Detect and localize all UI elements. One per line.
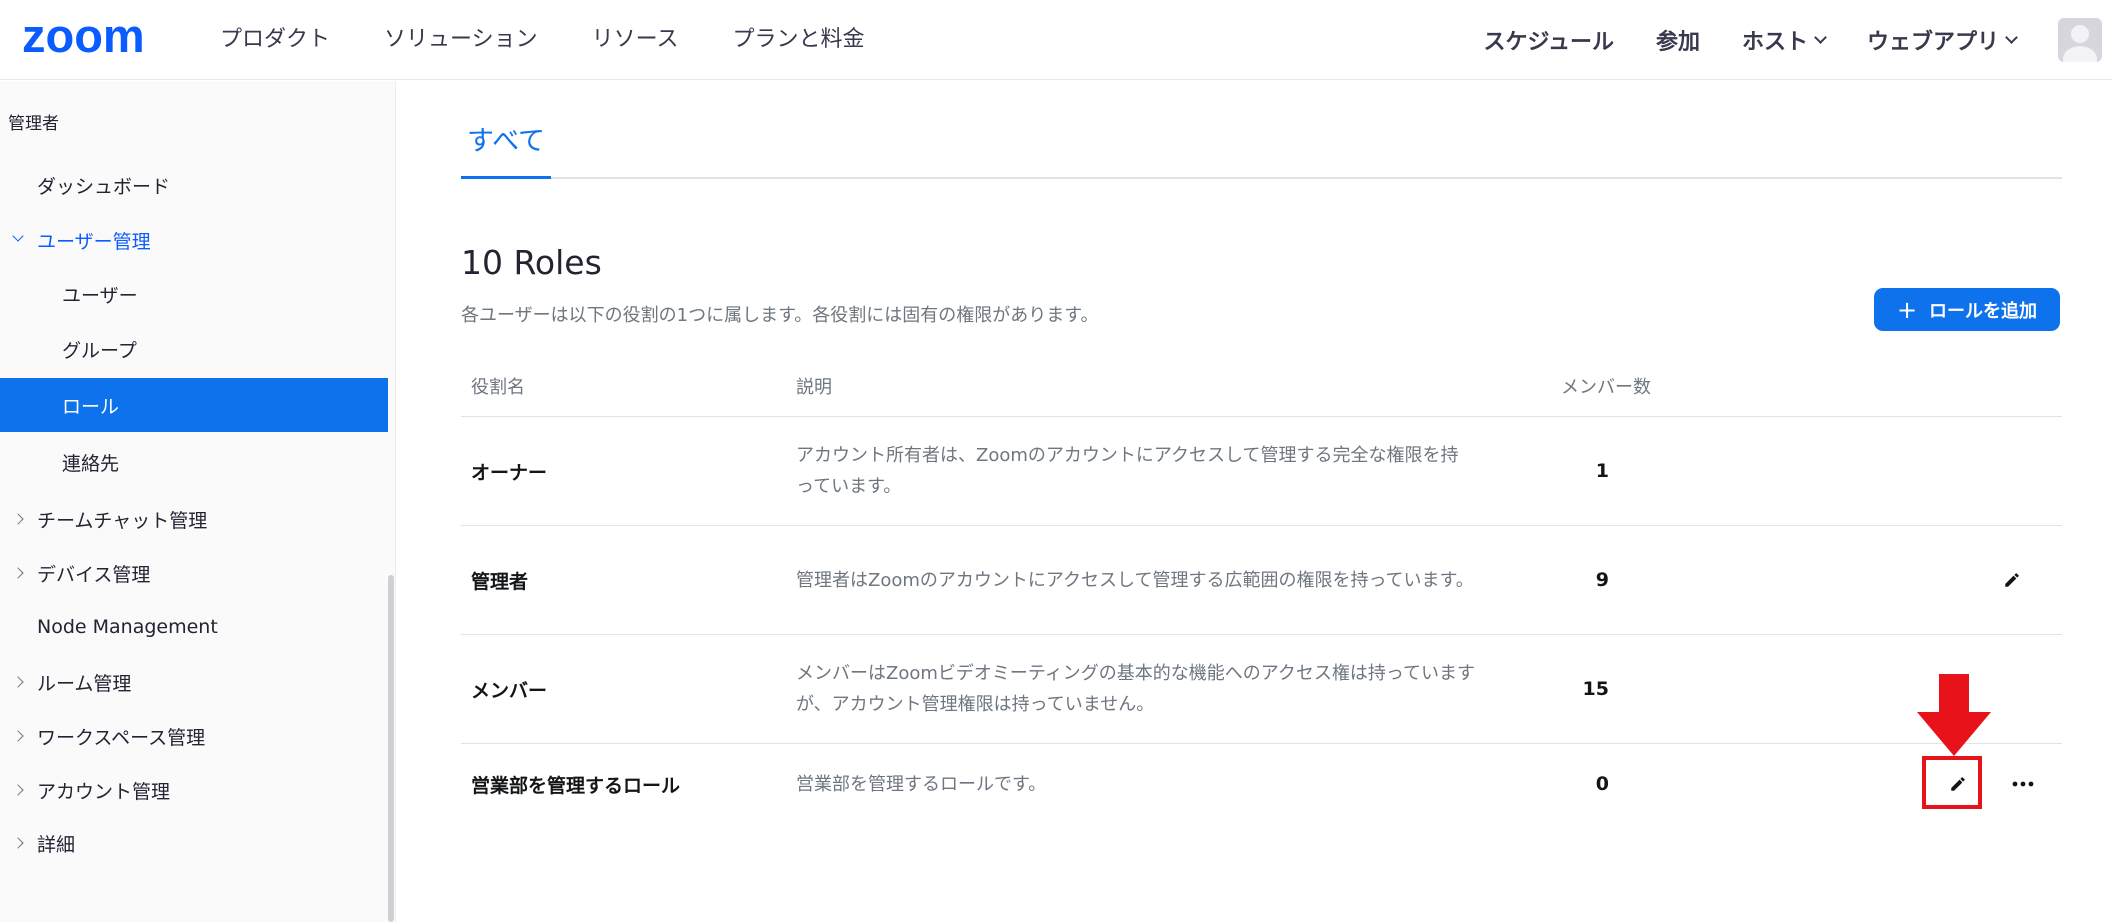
sidebar-item-label: 詳細	[37, 833, 76, 856]
column-header-name: 役割名	[471, 377, 525, 398]
table-row: オーナー アカウント所有者は、Zoomのアカウントにアクセスして管理する完全な権…	[461, 417, 2062, 526]
nav-pricing[interactable]: プランと料金	[732, 0, 864, 80]
table-row: 管理者 管理者はZoomのアカウントにアクセスして管理する広範囲の権限を持ってい…	[461, 526, 2062, 635]
sidebar-item-advanced[interactable]: 詳細	[0, 816, 388, 870]
sidebar-item-label: グループ	[62, 339, 137, 362]
nav-join[interactable]: 参加	[1656, 24, 1700, 56]
table-row: メンバー メンバーはZoomビデオミーティングの基本的な機能へのアクセス権は持っ…	[461, 635, 2062, 744]
chevron-right-icon	[12, 567, 24, 579]
annotation-highlight-box	[1922, 756, 1982, 809]
sidebar-scrollbar[interactable]	[388, 575, 394, 922]
avatar[interactable]	[2058, 18, 2102, 62]
sidebar-item-label: ルーム管理	[37, 672, 132, 695]
chevron-right-icon	[12, 676, 24, 688]
page-subtitle: 各ユーザーは以下の役割の1つに属します。各役割には固有の権限があります。	[461, 305, 1099, 326]
role-description: アカウント所有者は、Zoomのアカウントにアクセスして管理する完全な権限を持って…	[796, 445, 1459, 497]
table-header: 役割名 説明 メンバー数	[461, 351, 2062, 417]
top-header: zoom プロダクト ソリューション リソース プランと料金 スケジュール 参加…	[0, 0, 2112, 80]
role-member-count: 9	[1595, 569, 1610, 591]
primary-nav: プロダクト ソリューション リソース プランと料金	[220, 0, 919, 80]
column-header-description: 説明	[796, 377, 832, 398]
chevron-down-icon	[1814, 31, 1827, 44]
role-description: 営業部を管理するロールです。	[796, 773, 1047, 795]
sidebar-item-label: チームチャット管理	[37, 509, 208, 532]
sidebar-item-dashboard[interactable]: ダッシュボード	[0, 158, 388, 212]
sidebar-item-node-management[interactable]: Node Management	[0, 600, 388, 654]
zoom-logo[interactable]: zoom	[22, 12, 145, 59]
sidebar-item-label: ワークスペース管理	[37, 726, 206, 749]
role-name[interactable]: 営業部を管理するロール	[471, 744, 680, 824]
sidebar-item-label: ダッシュボード	[37, 175, 171, 198]
nav-solutions[interactable]: ソリューション	[384, 0, 538, 80]
main-content: すべて 10 Roles 各ユーザーは以下の役割の1つに属します。各役割には固有…	[396, 81, 2112, 922]
sidebar-item-roles[interactable]: ロール	[0, 378, 388, 432]
chevron-right-icon	[12, 784, 24, 796]
add-role-button[interactable]: + ロールを追加	[1874, 288, 2060, 331]
nav-host[interactable]: ホスト	[1741, 24, 1827, 56]
sidebar-item-rooms[interactable]: ルーム管理	[0, 655, 388, 709]
sidebar-item-team-chat[interactable]: チームチャット管理	[0, 492, 388, 546]
add-role-label: ロールを追加	[1929, 300, 2038, 322]
chevron-right-icon	[12, 837, 24, 849]
sidebar-item-groups[interactable]: グループ	[0, 322, 388, 376]
pencil-icon	[2005, 573, 2019, 587]
role-name[interactable]: オーナー	[471, 417, 547, 525]
tab-all[interactable]: すべて	[461, 121, 552, 179]
sidebar-section-admin: 管理者	[8, 114, 59, 134]
sidebar-item-account-management[interactable]: アカウント管理	[0, 763, 388, 817]
edit-role-button[interactable]	[1996, 564, 2028, 596]
sidebar-item-devices[interactable]: デバイス管理	[0, 546, 388, 600]
nav-join-label: 参加	[1655, 30, 1700, 55]
table-row: 営業部を管理するロール 営業部を管理するロールです。 0	[461, 744, 2062, 824]
ellipsis-icon	[2012, 781, 2034, 787]
sidebar-item-contacts[interactable]: 連絡先	[0, 435, 388, 489]
chevron-right-icon	[12, 513, 24, 525]
sidebar-item-label: ユーザー管理	[37, 230, 151, 253]
nav-web-app[interactable]: ウェブアプリ	[1866, 24, 2018, 56]
nav-web-app-label: ウェブアプリ	[1866, 30, 1999, 55]
role-description: メンバーはZoomビデオミーティングの基本的な機能へのアクセス権は持っていますが…	[796, 663, 1476, 715]
sidebar-item-label: アカウント管理	[37, 780, 171, 803]
sidebar: 管理者 ダッシュボード ユーザー管理 ユーザー グループ ロール 連絡先 チーム…	[0, 81, 396, 922]
role-name[interactable]: メンバー	[471, 635, 547, 743]
chevron-right-icon	[12, 730, 24, 742]
sidebar-item-workspaces[interactable]: ワークスペース管理	[0, 709, 388, 763]
nav-resources[interactable]: リソース	[592, 0, 679, 80]
nav-host-label: ホスト	[1741, 30, 1808, 55]
column-header-members: メンバー数	[1561, 377, 1651, 398]
role-member-count: 0	[1595, 773, 1610, 795]
roles-table: 役割名 説明 メンバー数 オーナー アカウント所有者は、Zoomのアカウントにア…	[461, 351, 2062, 824]
sidebar-item-label: 連絡先	[62, 452, 120, 475]
sidebar-item-user-management[interactable]: ユーザー管理	[0, 213, 388, 267]
role-member-count: 15	[1582, 678, 1610, 700]
chevron-down-icon	[2005, 31, 2018, 44]
sidebar-item-label: デバイス管理	[37, 563, 151, 586]
more-options-button[interactable]	[2007, 768, 2039, 800]
role-member-count: 1	[1595, 460, 1610, 482]
sidebar-item-label: ユーザー	[62, 284, 138, 307]
chevron-down-icon	[12, 230, 24, 242]
sidebar-item-label: ロール	[62, 395, 120, 418]
sidebar-item-users[interactable]: ユーザー	[0, 267, 388, 321]
page-title: 10 Roles	[461, 243, 602, 282]
nav-schedule-label: スケジュール	[1483, 30, 1614, 55]
annotation-arrow-icon	[1917, 674, 1991, 756]
role-name[interactable]: 管理者	[471, 526, 528, 634]
plus-icon: +	[1896, 295, 1918, 324]
nav-schedule[interactable]: スケジュール	[1483, 24, 1613, 56]
role-description: 管理者はZoomのアカウントにアクセスして管理する広範囲の権限を持っています。	[796, 569, 1474, 591]
secondary-nav: スケジュール 参加 ホスト ウェブアプリ	[1483, 0, 2112, 80]
tab-bar: すべて	[461, 121, 2062, 179]
nav-products[interactable]: プロダクト	[220, 0, 330, 80]
sidebar-item-label: Node Management	[37, 616, 218, 638]
